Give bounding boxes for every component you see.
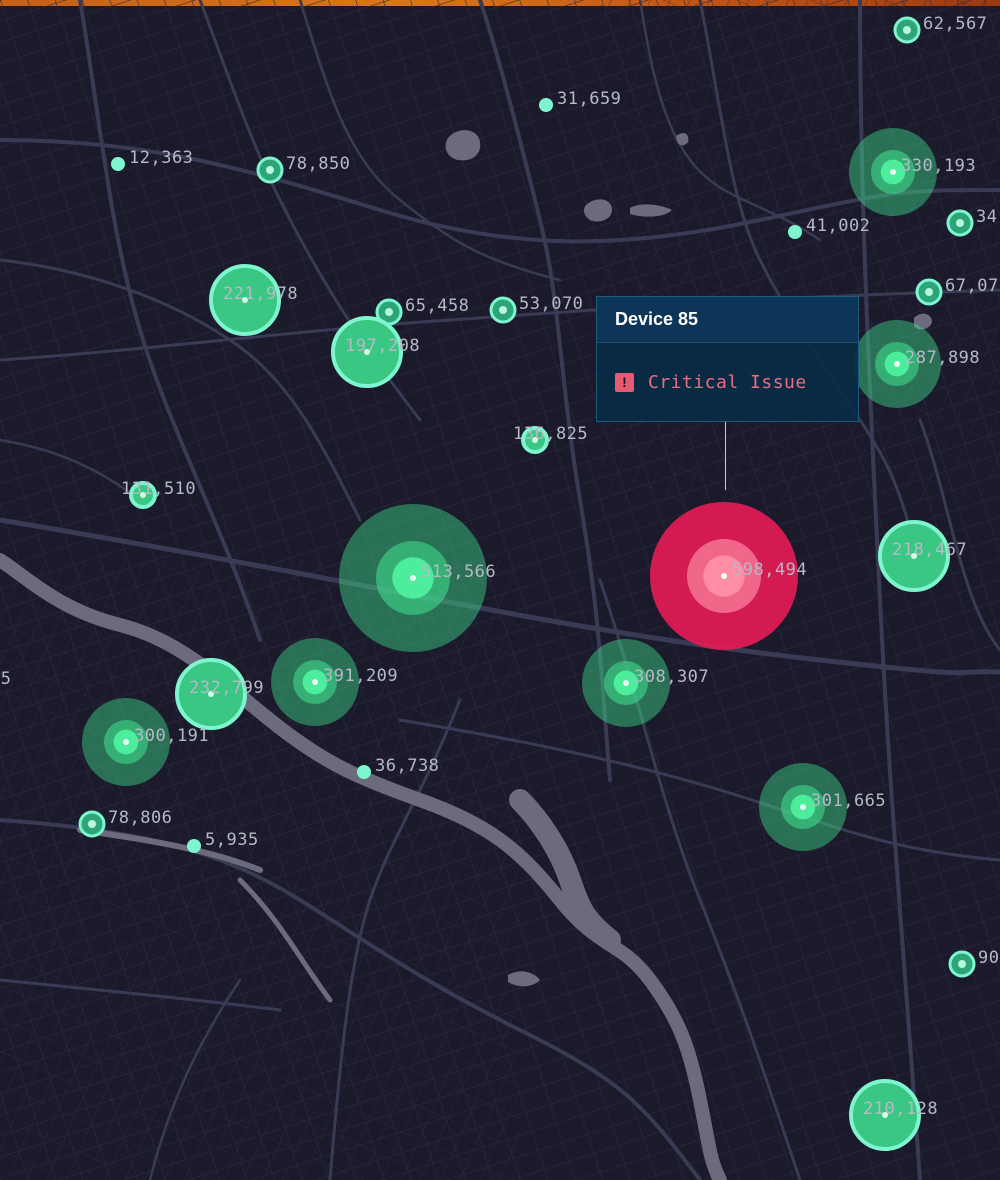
map-view[interactable]: 62,567 31,659 12,363 78,850 330,193 34, 41,002… — [0, 0, 1000, 1180]
device-marker[interactable] — [893, 16, 921, 44]
marker-value-label: 391,209 — [323, 666, 399, 686]
device-marker[interactable] — [78, 810, 106, 838]
marker-value-label: 53,070 — [519, 294, 584, 314]
marker-value-label: 300,191 — [134, 726, 210, 746]
marker-value-label: 67,071 — [945, 276, 1000, 296]
device-marker[interactable] — [948, 950, 976, 978]
marker-value-label: 90, — [978, 948, 1000, 968]
marker-value-label: 598,494 — [732, 560, 808, 580]
marker-value-label: 78,850 — [286, 154, 351, 174]
device-marker[interactable] — [788, 225, 802, 239]
street-map[interactable] — [0, 0, 1000, 1180]
tooltip-body: ! Critical Issue — [597, 343, 858, 421]
marker-value-label: 301,665 — [811, 791, 887, 811]
marker-value-label: 5,935 — [205, 830, 259, 850]
device-marker[interactable] — [489, 296, 517, 324]
marker-value-label: 330,193 — [901, 156, 977, 176]
marker-value-label: 287,898 — [905, 348, 981, 368]
marker-value-label: 513,566 — [421, 562, 497, 582]
tooltip-status: Critical Issue — [648, 371, 807, 393]
marker-value-label: 136,825 — [513, 424, 589, 444]
device-marker[interactable] — [187, 839, 201, 853]
marker-value-label: 31,659 — [557, 89, 622, 109]
marker-value-label: 232,799 — [189, 678, 265, 698]
marker-value-label: 197,208 — [345, 336, 421, 356]
device-marker[interactable] — [256, 156, 284, 184]
marker-value-label: 221,978 — [223, 284, 299, 304]
exclamation-icon: ! — [615, 372, 634, 392]
device-marker[interactable] — [357, 765, 371, 779]
device-marker[interactable] — [111, 157, 125, 171]
marker-value-label: 41,002 — [806, 216, 871, 236]
marker-value-label: 308,307 — [634, 667, 710, 687]
marker-value-label: 210,128 — [863, 1099, 939, 1119]
device-marker[interactable] — [915, 278, 943, 306]
marker-value-label: 62,567 — [923, 14, 988, 34]
marker-value-label: 34, — [976, 207, 1000, 227]
tooltip-title: Device 85 — [597, 297, 858, 343]
marker-value-label: 36,738 — [375, 756, 440, 776]
device-marker[interactable] — [946, 209, 974, 237]
tooltip-pointer-line — [725, 420, 726, 490]
marker-value-label: 131,510 — [121, 479, 197, 499]
marker-value-label: 65,458 — [405, 296, 470, 316]
marker-value-label: 25 — [0, 669, 12, 689]
marker-value-label: 12,363 — [129, 148, 194, 168]
device-marker[interactable] — [539, 98, 553, 112]
marker-value-label: 78,806 — [108, 808, 173, 828]
marker-value-label: 218,467 — [892, 540, 968, 560]
device-tooltip: Device 85 ! Critical Issue — [596, 296, 859, 422]
